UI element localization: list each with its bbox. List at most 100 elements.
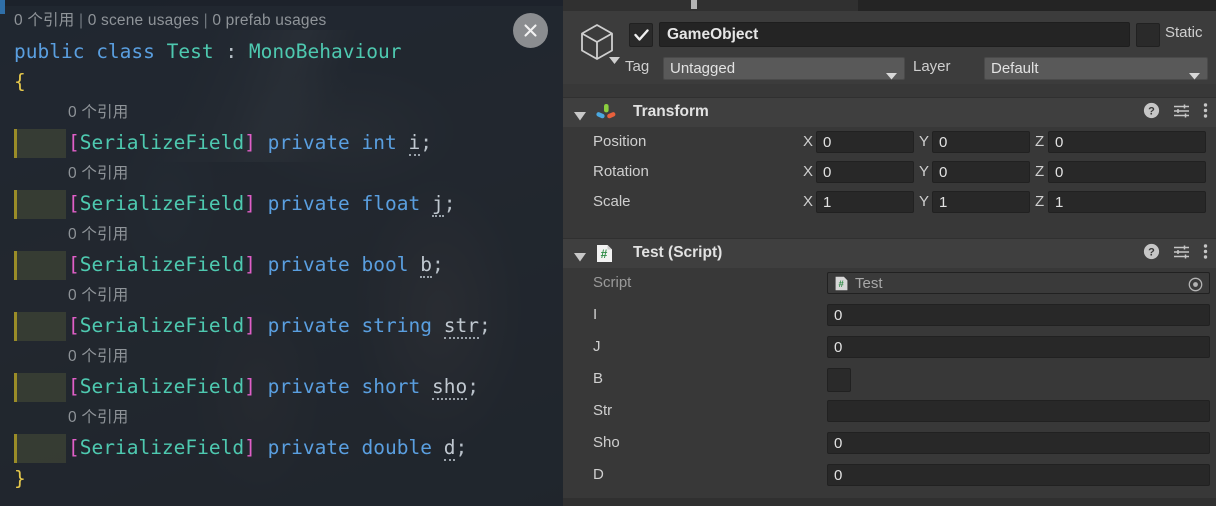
gameobject-name-field[interactable]: GameObject [659, 22, 1130, 47]
code-line[interactable]: } [0, 464, 563, 495]
axis-input[interactable]: 1 [816, 191, 914, 213]
inspector-bottom-bar [563, 498, 1216, 506]
code-reference-hint[interactable]: 0 个引用 [0, 159, 563, 190]
code-reference-hint[interactable]: 0 个引用 [0, 281, 563, 312]
code-field-line[interactable]: [SerializeField] private bool b; [0, 250, 563, 281]
property-label: J [593, 338, 601, 355]
property-label: I [593, 306, 598, 323]
code-token: str [443, 314, 479, 339]
axis-label: X [803, 193, 814, 210]
code-line[interactable]: public class Test : MonoBehaviour [0, 37, 563, 68]
hint-text: 0 个引用 [68, 225, 129, 243]
transform-component-header[interactable]: Transform ? [563, 97, 1216, 128]
cube-dropdown-icon[interactable] [609, 52, 620, 69]
gameobject-enabled-checkbox[interactable] [629, 23, 653, 47]
layer-dropdown[interactable]: Default [984, 57, 1208, 80]
axis-label: Y [919, 163, 930, 180]
help-icon[interactable]: ? [1143, 243, 1160, 264]
script-property-row: I0 [563, 300, 1216, 330]
axis-input[interactable]: 0 [932, 161, 1030, 183]
axis-input[interactable]: 1 [932, 191, 1030, 213]
code-reference-hint[interactable]: 0 个引用 [0, 342, 563, 373]
code-token: private [267, 131, 362, 154]
code-token: i [408, 131, 421, 156]
script-object-value: Test [855, 274, 883, 292]
axis-input[interactable]: 0 [816, 131, 914, 153]
foldout-icon[interactable] [574, 249, 586, 266]
chevron-down-icon [1189, 67, 1200, 84]
axis-label: Y [919, 133, 930, 150]
svg-text:?: ? [1148, 106, 1155, 118]
code-reference-hint[interactable]: 0 个引用 [0, 403, 563, 434]
preset-icon[interactable] [1173, 243, 1190, 264]
transform-gizmo-icon [595, 103, 617, 123]
property-checkbox[interactable] [827, 368, 851, 392]
code-token: ] [244, 192, 268, 215]
code-token: [ [68, 192, 80, 215]
script-object-field[interactable]: # Test [827, 272, 1210, 294]
code-change-gutter [14, 434, 66, 463]
code-token: { [14, 70, 26, 93]
code-usage-header[interactable]: 0 个引用 | 0 scene usages | 0 prefab usages [0, 6, 563, 37]
usage-separator: | [74, 12, 88, 29]
property-label: B [593, 370, 604, 387]
more-menu-icon[interactable] [1203, 243, 1208, 264]
transform-row: Scale X 1 Y 1 Z 1 [563, 187, 1216, 217]
code-token: [ [68, 253, 80, 276]
script-property-row: D0 [563, 460, 1216, 490]
inspector-panel: GameObject Static Tag Untagged Layer Def… [563, 0, 1216, 506]
code-token: float [361, 192, 432, 215]
axis-input[interactable]: 1 [1048, 191, 1206, 213]
code-field-line[interactable]: [SerializeField] private string str; [0, 311, 563, 342]
code-field-line[interactable]: [SerializeField] private float j; [0, 189, 563, 220]
code-token: private [267, 375, 362, 398]
gameobject-header: GameObject Static Tag Untagged Layer Def… [563, 11, 1216, 84]
tag-dropdown[interactable]: Untagged [663, 57, 905, 80]
code-field-line[interactable]: [SerializeField] private double d; [0, 433, 563, 464]
code-content[interactable]: 0 个引用 | 0 scene usages | 0 prefab usages… [0, 6, 563, 500]
tab-drag-handle[interactable] [691, 0, 697, 9]
code-change-gutter [14, 190, 66, 219]
axis-label: X [803, 133, 814, 150]
code-line[interactable]: { [0, 67, 563, 98]
property-input[interactable] [827, 400, 1210, 422]
axis-input[interactable]: 0 [1048, 131, 1206, 153]
code-field-line[interactable]: [SerializeField] private short sho; [0, 372, 563, 403]
static-label: Static [1165, 24, 1203, 41]
tab-active[interactable] [563, 0, 858, 11]
chevron-down-icon [886, 67, 897, 84]
axis-label: X [803, 163, 814, 180]
close-icon[interactable] [513, 13, 548, 48]
code-token: SerializeField [79, 436, 245, 459]
code-token: int [361, 131, 409, 154]
tab-strip[interactable] [563, 0, 1216, 11]
code-reference-hint[interactable]: 0 个引用 [0, 98, 563, 129]
code-token: Test [166, 39, 214, 63]
row-label: Scale [593, 193, 631, 210]
tag-value: Untagged [670, 60, 736, 77]
property-input[interactable]: 0 [827, 304, 1210, 326]
axis-input[interactable]: 0 [932, 131, 1030, 153]
foldout-icon[interactable] [574, 108, 586, 125]
axis-input[interactable]: 0 [1048, 161, 1206, 183]
object-picker-icon[interactable] [1188, 277, 1203, 296]
code-token: [ [68, 375, 80, 398]
property-input[interactable]: 0 [827, 432, 1210, 454]
hint-text: 0 个引用 [68, 408, 129, 426]
help-icon[interactable]: ? [1143, 102, 1160, 123]
code-editor-panel[interactable]: 0 个引用 | 0 scene usages | 0 prefab usages… [0, 0, 563, 506]
script-component-header[interactable]: # Test (Script) ? [563, 238, 1216, 269]
usage-separator: | [199, 12, 213, 29]
axis-input[interactable]: 0 [816, 161, 914, 183]
code-token: ; [443, 192, 456, 215]
more-menu-icon[interactable] [1203, 102, 1208, 123]
preset-icon[interactable] [1173, 102, 1190, 123]
property-input[interactable]: 0 [827, 336, 1210, 358]
row-label: Rotation [593, 163, 649, 180]
code-field-line[interactable]: [SerializeField] private int i; [0, 128, 563, 159]
code-reference-hint[interactable]: 0 个引用 [0, 220, 563, 251]
static-checkbox[interactable] [1136, 23, 1160, 47]
property-input[interactable]: 0 [827, 464, 1210, 486]
code-token: SerializeField [79, 375, 245, 398]
script-property-row: J0 [563, 332, 1216, 362]
